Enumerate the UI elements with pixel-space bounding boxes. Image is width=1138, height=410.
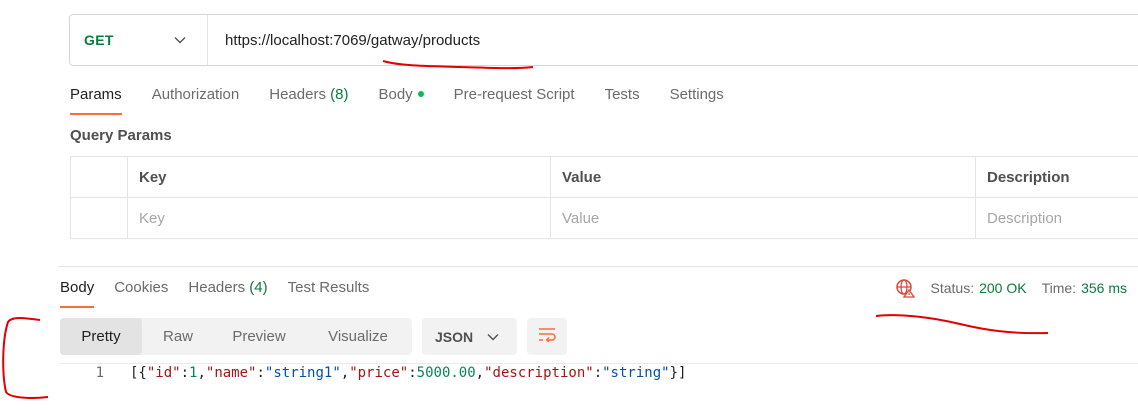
json-token: "string" (602, 365, 670, 381)
chevron-down-icon (486, 330, 500, 344)
view-raw-button[interactable]: Raw (142, 318, 214, 355)
format-label: JSON (435, 328, 474, 345)
json-token: "string1" (264, 365, 341, 381)
column-header-value: Value (550, 156, 976, 198)
description-input[interactable]: Description (975, 197, 1138, 239)
json-token: "description" (484, 365, 594, 381)
text-wrap-icon (537, 326, 557, 347)
json-token: 5000.00 (416, 365, 476, 381)
annotation-bracket (2, 317, 49, 399)
tab-authorization[interactable]: Authorization (152, 86, 240, 115)
table-row: Key Value Description (70, 197, 1138, 239)
divider (60, 363, 1138, 364)
json-token: , (340, 365, 350, 381)
column-header-key: Key (127, 156, 551, 198)
query-params-title: Query Params (70, 127, 172, 144)
key-input[interactable]: Key (127, 197, 551, 239)
value-input[interactable]: Value (550, 197, 976, 239)
response-tab-test-results[interactable]: Test Results (288, 279, 370, 308)
tab-params[interactable]: Params (70, 86, 122, 115)
query-params-table: Key Value Description Key Value Descript… (70, 156, 1138, 239)
annotation-underline-status (875, 314, 1049, 335)
response-tab-cookies[interactable]: Cookies (114, 279, 168, 308)
method-label: GET (84, 32, 114, 48)
url-input[interactable]: https://localhost:7069/gatway/products (208, 32, 480, 49)
response-json[interactable]: [{"id":1,"name":"string1","price":5000.0… (130, 365, 686, 385)
tab-headers[interactable]: Headers (8) (269, 86, 348, 115)
request-url-bar: GET https://localhost:7069/gatway/produc… (69, 14, 1138, 66)
tab-tests[interactable]: Tests (605, 86, 640, 115)
view-pretty-button[interactable]: Pretty (60, 318, 142, 355)
column-header-description: Description (975, 156, 1138, 198)
view-preview-button[interactable]: Preview (214, 318, 304, 355)
line-number: 1 (95, 365, 104, 381)
row-checkbox-cell (70, 197, 128, 239)
format-select[interactable]: JSON (422, 318, 517, 355)
json-token: , (475, 365, 485, 381)
body-indicator-dot (417, 91, 424, 97)
json-token: "id" (146, 365, 181, 381)
globe-warning-icon[interactable] (895, 278, 915, 298)
tab-settings[interactable]: Settings (670, 86, 724, 115)
json-token: [{ (130, 365, 147, 381)
response-tab-body[interactable]: Body (60, 279, 95, 308)
request-tabs: Params Authorization Headers (8) Body Pr… (70, 86, 754, 115)
response-tab-headers[interactable]: Headers (4) (188, 279, 267, 308)
headers-count: (8) (330, 86, 349, 103)
tab-pre-request-script[interactable]: Pre-request Script (454, 86, 575, 115)
json-token: "name" (205, 365, 257, 381)
json-token: : (408, 365, 417, 381)
response-tabs: Body Cookies Headers (4) Test Results (60, 279, 389, 308)
json-token: }] (669, 365, 687, 381)
status-label: Status: (930, 280, 975, 296)
table-header-row: Key Value Description (70, 156, 1138, 198)
chevron-down-icon (173, 33, 187, 47)
view-mode-selector: Pretty Raw Preview Visualize (60, 318, 412, 355)
view-visualize-button[interactable]: Visualize (304, 318, 412, 355)
json-token: , (197, 365, 206, 381)
time-value[interactable]: 356 ms (1081, 280, 1127, 296)
json-token: : (180, 365, 190, 381)
checkbox-column (70, 156, 128, 198)
divider (58, 266, 1138, 267)
tab-body[interactable]: Body (378, 86, 424, 115)
json-token: : (593, 365, 603, 381)
text-wrap-button[interactable] (527, 318, 567, 355)
time-label: Time: (1041, 280, 1077, 296)
json-token: "price" (349, 365, 409, 381)
status-value[interactable]: 200 OK (979, 280, 1026, 296)
method-select[interactable]: GET (70, 15, 208, 65)
response-body-line: 1 [{"id":1,"name":"string1","price":5000… (60, 365, 687, 385)
json-token: : (256, 365, 265, 381)
response-status: Status: 200 OK Time: 356 ms (895, 278, 1127, 298)
response-headers-count: (4) (249, 279, 268, 296)
